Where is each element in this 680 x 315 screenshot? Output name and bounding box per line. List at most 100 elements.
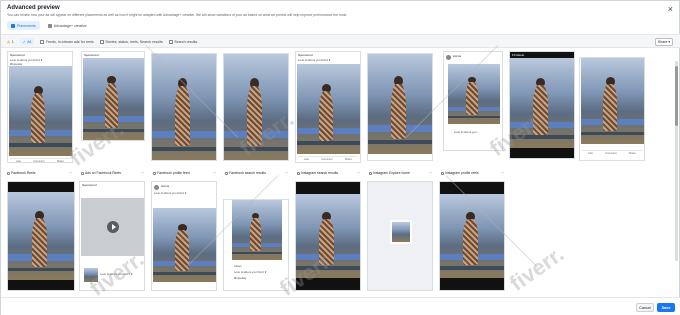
preview-tile[interactable] (151, 53, 217, 161)
modal-title: Advanced preview (7, 5, 60, 11)
post-actions: Like Comment Share (582, 150, 642, 155)
preview-tile[interactable]: Accus Love is where you find it ♥ (151, 181, 217, 291)
scrollbar-thumb[interactable] (675, 66, 678, 126)
tab-advantage-creative[interactable]: Advantage+ creative (44, 21, 91, 30)
ad-image (440, 194, 504, 278)
sponsored-label: Sponsored (10, 53, 25, 57)
preview-tile[interactable]: Accus Love is where you find it ♥ #hoped… (223, 199, 289, 291)
account-name: Accus (453, 54, 462, 58)
placement-label-fb-search: Facebook search results (225, 171, 266, 175)
preview-tile[interactable] (223, 53, 289, 161)
tab-placements[interactable]: Placements (7, 21, 40, 30)
filter-search[interactable]: Search results (168, 38, 197, 45)
modal-description: You can review how your ad will appear o… (7, 13, 348, 17)
preview-tile[interactable]: Sponsored Love is where you find it ♥ (79, 181, 145, 291)
preview-tile[interactable] (367, 53, 433, 161)
preview-tile[interactable] (439, 181, 505, 291)
preview-tile[interactable]: Accus Love is where you ... (443, 51, 503, 151)
search-icon (225, 171, 228, 175)
placement-label-text: Instagram Explore home (373, 171, 410, 175)
comment-action[interactable]: Comment (33, 160, 44, 163)
warning-filter[interactable]: ⚠ 1 (7, 38, 14, 45)
post-hashtag: #hopeday (234, 276, 247, 280)
filter-feeds[interactable]: Feeds, In-stream ads for reels (40, 38, 94, 45)
like-action[interactable]: Like (16, 160, 21, 163)
more-options-icon[interactable]: ··· (357, 170, 360, 175)
ad-image (448, 64, 500, 124)
sponsored-label: Sponsored (84, 53, 99, 57)
ad-image (297, 64, 360, 154)
comment-action[interactable]: Comment (321, 158, 332, 161)
post-actions: Like Comment Share (10, 158, 70, 163)
preview-tile-fb-reels[interactable]: Fb Reels (509, 51, 575, 159)
ad-thumbnail (84, 268, 98, 282)
preview-tile[interactable] (367, 181, 433, 291)
placement-label-text: Facebook search results (229, 171, 266, 175)
share-action[interactable]: Share (629, 152, 636, 155)
share-action[interactable]: Share (345, 158, 352, 161)
checkbox-feeds[interactable] (40, 39, 45, 44)
placement-label-profile-feed: Facebook profile feed (153, 171, 190, 175)
post-caption: Love is where you find it ♥ (100, 272, 133, 276)
placement-label-text: Facebook Reels (11, 171, 36, 175)
comment-action[interactable]: Comment (605, 152, 616, 155)
close-icon[interactable]: × (668, 4, 673, 14)
reels-icon (7, 171, 10, 175)
more-options-icon[interactable]: ··· (285, 170, 288, 175)
warning-count: 1 (11, 39, 14, 44)
placement-label-text: Facebook profile feed (157, 171, 190, 175)
more-options-icon[interactable]: ··· (69, 170, 72, 175)
preview-tile[interactable]: Sponsored Love is where you find it ♥ Li… (295, 51, 361, 163)
more-options-icon[interactable]: ··· (429, 170, 432, 175)
cancel-button[interactable]: Cancel (636, 303, 654, 312)
preview-tile[interactable] (7, 181, 75, 291)
share-button[interactable]: Share ▾ (655, 38, 673, 46)
placement-label-ads-on-reels: Ads on Facebook Reels (81, 171, 121, 175)
preview-tile[interactable]: Sponsored Love is where you find it ♥ #h… (7, 51, 73, 163)
preview-tile[interactable]: Like Comment Share (579, 57, 645, 161)
like-action[interactable]: Like (588, 152, 593, 155)
tab-advantage-label: Advantage+ creative (53, 23, 87, 28)
placement-label-text: Ads on Facebook Reels (85, 171, 121, 175)
placement-label-text: Instagram profile reels (445, 171, 479, 175)
avatar (446, 55, 451, 60)
sponsored-label: Sponsored (82, 183, 97, 187)
filter-all-label: All (27, 39, 32, 44)
post-caption: Love is where you find it ♥ (234, 270, 267, 274)
preview-tabs: Placements Advantage+ creative (7, 21, 91, 30)
more-options-icon[interactable]: ··· (141, 170, 144, 175)
post-caption: Love is where you ... (454, 130, 480, 134)
share-action[interactable]: Share (57, 160, 64, 163)
ad-image (224, 54, 288, 160)
ad-image (153, 208, 216, 282)
like-action[interactable]: Like (304, 158, 309, 161)
checkbox-search[interactable] (168, 39, 173, 44)
filter-stories[interactable]: Stories, status, reels, Search results (99, 38, 163, 45)
more-options-icon[interactable]: ··· (213, 170, 216, 175)
filter-bar: ⚠ 1 ✓ All Feeds, In-stream ads for reels… (1, 34, 680, 48)
modal-footer: Cancel Save (1, 297, 680, 315)
placement-label-text: Instagram search results (301, 171, 339, 175)
advanced-preview-modal: Advanced preview × You can review how yo… (0, 0, 680, 315)
sponsored-label: Sponsored (298, 53, 313, 57)
filter-all[interactable]: ✓ All (19, 38, 35, 45)
preview-tile[interactable] (295, 181, 361, 291)
placement-label-ig-search: Instagram search results (297, 171, 338, 175)
placement-label-ig-explore: Instagram Explore home (369, 171, 410, 175)
watermark: fiverr. (504, 241, 569, 297)
save-button[interactable]: Save (657, 303, 675, 312)
preview-grid: Sponsored Love is where you find it ♥ #h… (7, 45, 677, 301)
ad-image (8, 192, 74, 280)
ad-image (83, 58, 144, 140)
play-icon[interactable] (107, 221, 119, 233)
placement-label-facebook-reels: Facebook Reels (7, 171, 36, 175)
ad-image (296, 194, 360, 278)
checkbox-stories[interactable] (99, 39, 104, 44)
account-name: Accus (161, 184, 170, 188)
placements-icon (11, 23, 15, 28)
ad-image (368, 54, 432, 154)
more-options-icon[interactable]: ··· (501, 170, 504, 175)
preview-tile[interactable]: Sponsored (81, 51, 145, 141)
chevron-down-icon: ▾ (668, 40, 671, 44)
post-caption: Love is where you find it ♥ (154, 191, 187, 195)
